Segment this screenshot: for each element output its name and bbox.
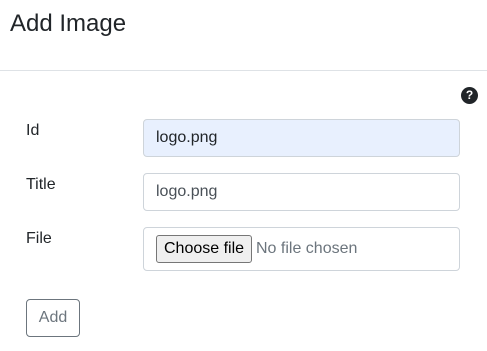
question-circle-icon[interactable]: ? (461, 87, 478, 104)
file-status-text: No file chosen (256, 240, 358, 257)
id-input[interactable] (143, 119, 460, 157)
title-input[interactable] (143, 173, 460, 211)
add-button[interactable]: Add (26, 299, 80, 337)
choose-file-button[interactable]: Choose file (156, 235, 253, 263)
title-label: Title (26, 176, 56, 193)
page-header: Add Image (0, 0, 487, 71)
file-input[interactable]: Choose file No file chosen (143, 227, 460, 271)
file-label: File (26, 230, 52, 247)
page-title: Add Image (10, 10, 127, 37)
id-label: Id (26, 122, 40, 139)
